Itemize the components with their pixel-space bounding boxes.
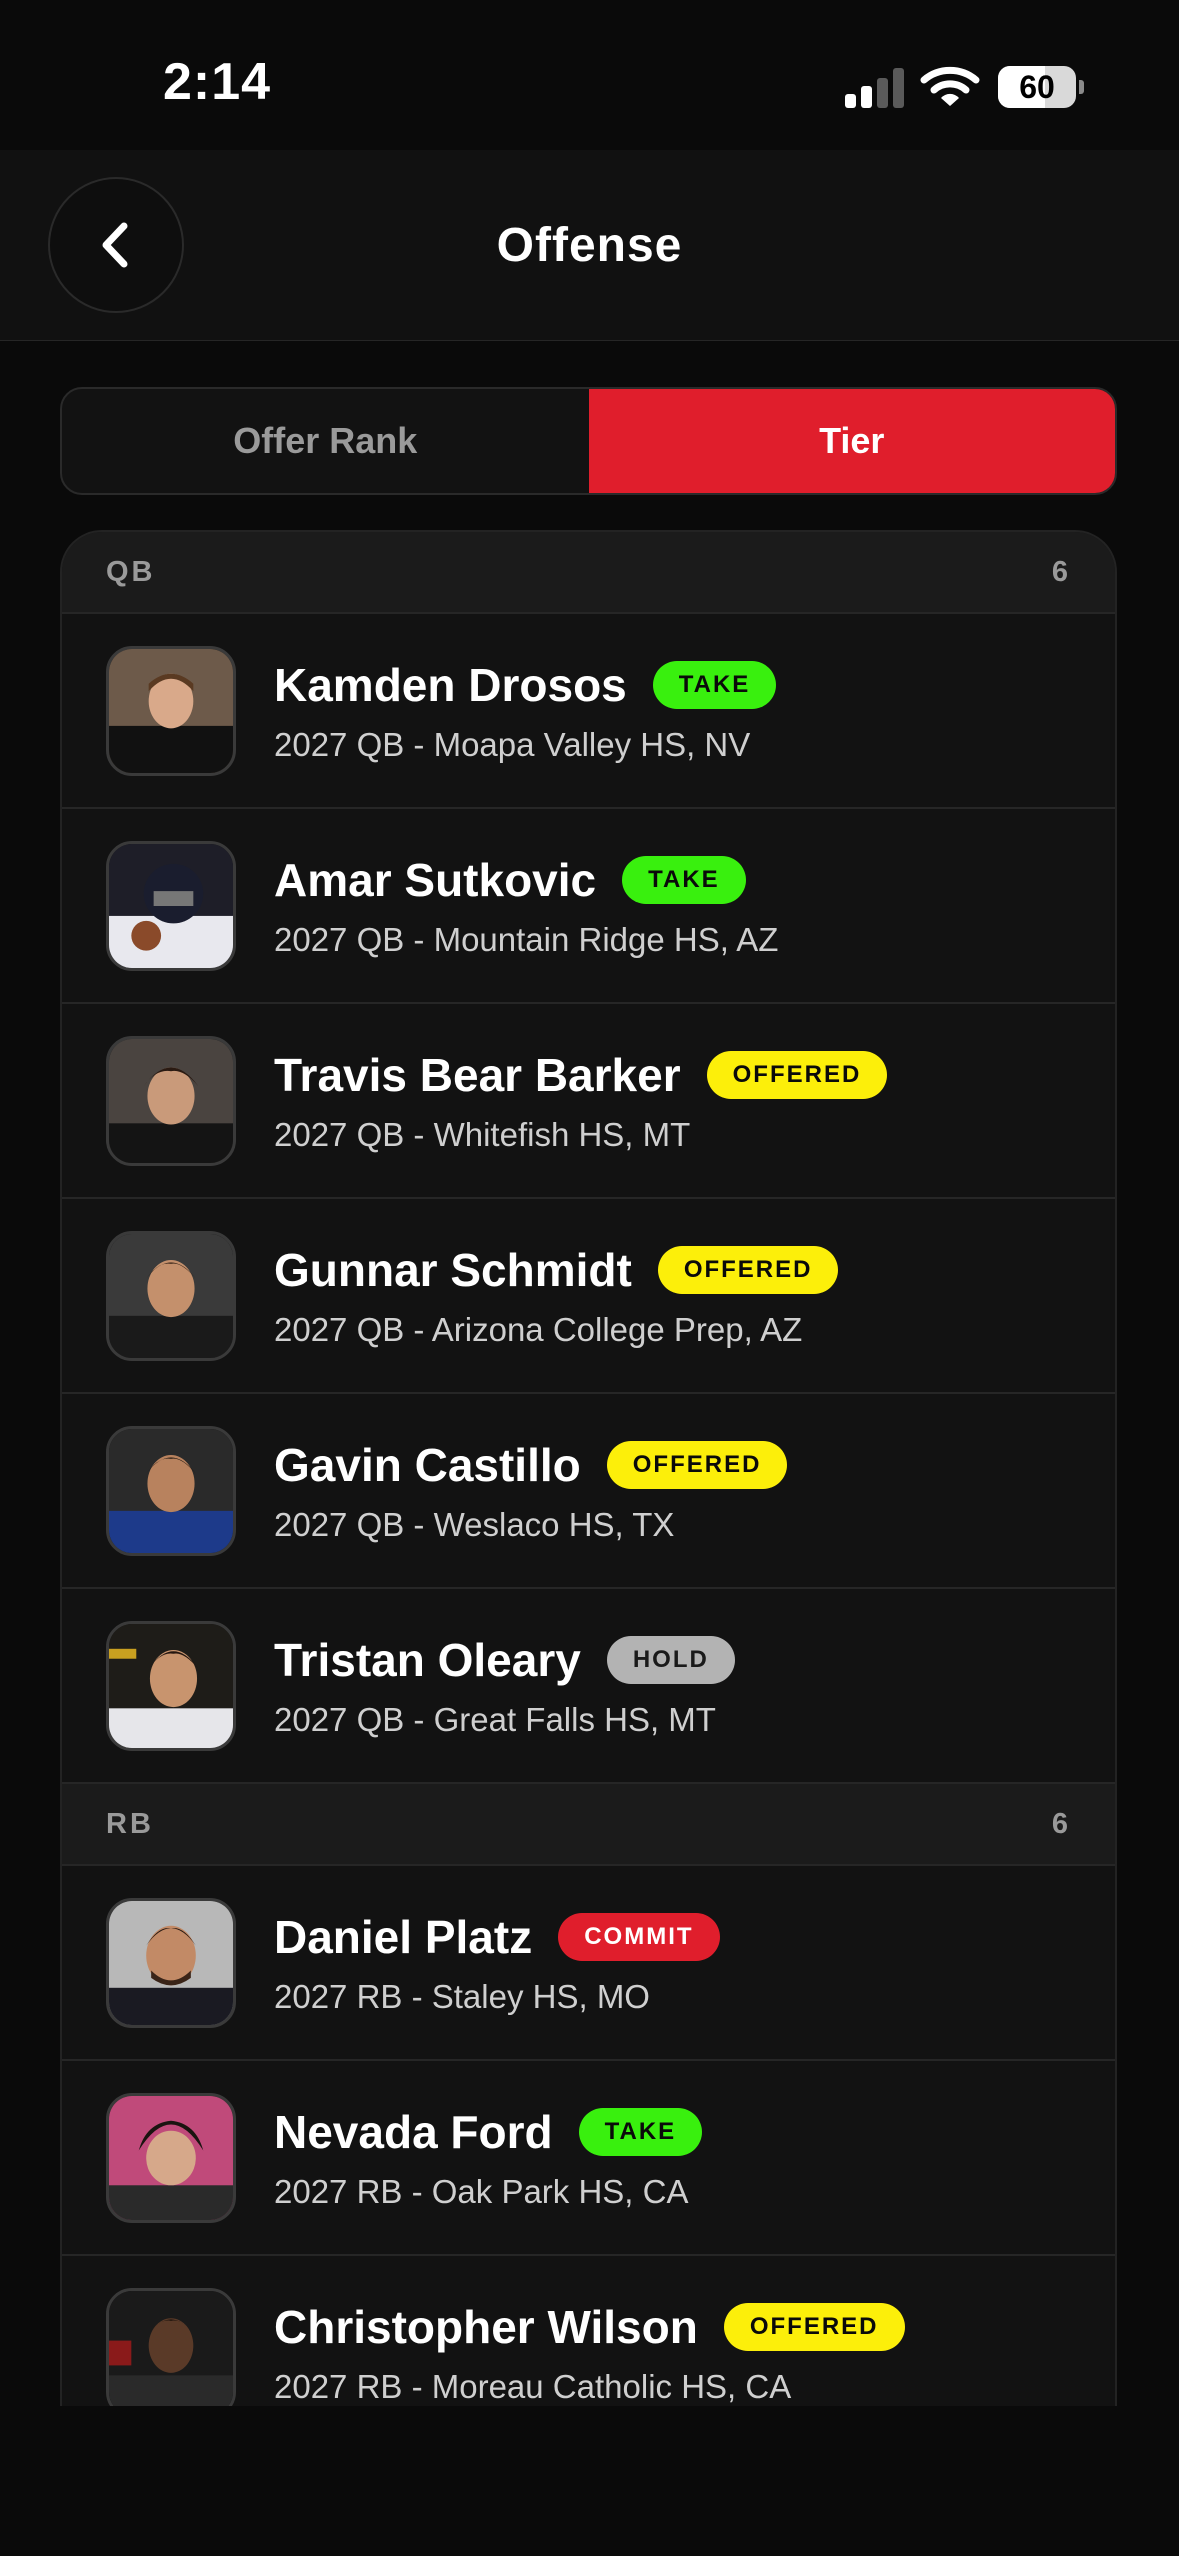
player-row[interactable]: Gunnar Schmidt OFFERED 2027 QB - Arizona… xyxy=(62,1199,1115,1394)
player-row[interactable]: Daniel Platz COMMIT 2027 RB - Staley HS,… xyxy=(62,1866,1115,2061)
battery-icon: 60 xyxy=(998,66,1076,108)
segment-tier[interactable]: Tier xyxy=(588,389,1115,493)
player-details: 2027 RB - Staley HS, MO xyxy=(274,1977,650,2015)
battery-level: 60 xyxy=(1019,69,1055,105)
player-avatar xyxy=(106,1620,236,1751)
status-time: 2:14 xyxy=(163,53,272,111)
player-details: 2027 RB - Moreau Catholic HS, CA xyxy=(274,2367,792,2405)
player-avatar xyxy=(106,2287,236,2406)
status-badge: TAKE xyxy=(622,855,746,904)
player-row[interactable]: Amar Sutkovic TAKE 2027 QB - Mountain Ri… xyxy=(62,809,1115,1004)
player-avatar xyxy=(106,840,236,971)
player-row[interactable]: Kamden Drosos TAKE 2027 QB - Moapa Valle… xyxy=(62,614,1115,809)
status-badge: OFFERED xyxy=(706,1050,888,1099)
player-details: 2027 QB - Great Falls HS, MT xyxy=(274,1700,716,1738)
status-bar: 2:14 60 xyxy=(0,0,1179,150)
player-details: 2027 QB - Moapa Valley HS, NV xyxy=(274,725,751,763)
wifi-icon xyxy=(920,62,980,110)
player-details: 2027 QB - Whitefish HS, MT xyxy=(274,1115,691,1153)
section-header-rb: RB 6 xyxy=(62,1784,1115,1866)
view-segmented-control: Offer Rank Tier xyxy=(60,387,1117,495)
player-avatar xyxy=(106,1425,236,1556)
player-avatar xyxy=(106,2092,236,2223)
cellular-signal-icon xyxy=(845,68,905,108)
player-name: Kamden Drosos xyxy=(274,658,627,711)
player-avatar xyxy=(106,1230,236,1361)
player-name: Amar Sutkovic xyxy=(274,853,597,906)
status-badge: OFFERED xyxy=(723,2302,905,2351)
section-count: 6 xyxy=(1051,555,1071,588)
player-details: 2027 QB - Weslaco HS, TX xyxy=(274,1505,675,1543)
player-row[interactable]: Christopher Wilson OFFERED 2027 RB - Mor… xyxy=(62,2256,1115,2406)
player-name: Daniel Platz xyxy=(274,1910,533,1963)
player-details: 2027 QB - Mountain Ridge HS, AZ xyxy=(274,920,779,958)
player-avatar xyxy=(106,1035,236,1166)
page-title: Offense xyxy=(496,219,683,272)
nav-header: Offense xyxy=(0,150,1179,341)
status-badge: OFFERED xyxy=(657,1245,839,1294)
player-name: Nevada Ford xyxy=(274,2105,553,2158)
status-badge: TAKE xyxy=(652,660,777,709)
player-avatar xyxy=(106,1897,236,2028)
section-count: 6 xyxy=(1051,1807,1071,1840)
player-details: 2027 QB - Arizona College Prep, AZ xyxy=(274,1310,803,1348)
section-title: RB xyxy=(106,1807,154,1840)
player-name: Gavin Castillo xyxy=(274,1438,581,1491)
player-row[interactable]: Gavin Castillo OFFERED 2027 QB - Weslaco… xyxy=(62,1394,1115,1589)
player-name: Christopher Wilson xyxy=(274,2300,698,2353)
section-title: QB xyxy=(106,555,156,588)
player-details: 2027 RB - Oak Park HS, CA xyxy=(274,2172,689,2210)
player-name: Travis Bear Barker xyxy=(274,1048,681,1101)
player-avatar xyxy=(106,645,236,776)
player-name: Gunnar Schmidt xyxy=(274,1243,632,1296)
player-name: Tristan Oleary xyxy=(274,1633,581,1686)
segment-offer-rank[interactable]: Offer Rank xyxy=(62,389,589,493)
battery-tip xyxy=(1079,80,1084,94)
player-row[interactable]: Nevada Ford TAKE 2027 RB - Oak Park HS, … xyxy=(62,2061,1115,2256)
status-badge: COMMIT xyxy=(558,1912,720,1961)
status-badge: TAKE xyxy=(578,2107,703,2156)
player-row[interactable]: Tristan Oleary HOLD 2027 QB - Great Fall… xyxy=(62,1589,1115,1784)
section-header-qb: QB 6 xyxy=(62,532,1115,614)
player-row[interactable]: Travis Bear Barker OFFERED 2027 QB - Whi… xyxy=(62,1004,1115,1199)
status-badge: HOLD xyxy=(606,1635,735,1684)
player-list[interactable]: QB 6 Kamden Drosos TAKE 2027 QB - Moapa … xyxy=(60,530,1117,2406)
status-badge: OFFERED xyxy=(606,1440,788,1489)
